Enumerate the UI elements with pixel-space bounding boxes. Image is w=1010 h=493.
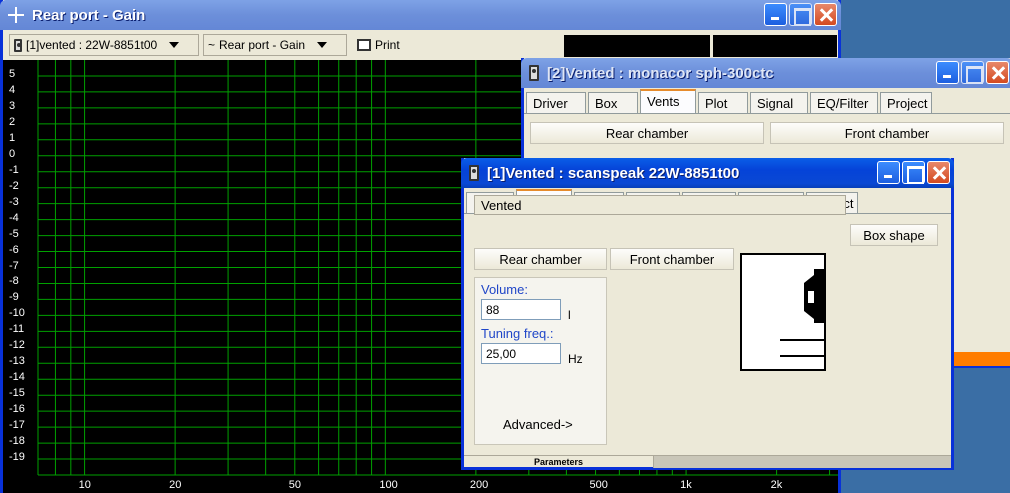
y-tick-label: -1: [9, 163, 19, 176]
x-tick-label: 500: [589, 479, 608, 491]
tuning-input[interactable]: 25,00: [481, 343, 561, 364]
advanced-button[interactable]: Advanced->: [503, 417, 573, 432]
tab-vents[interactable]: Vents: [640, 89, 696, 113]
statusbar: Parameters: [464, 455, 951, 468]
print-label: Print: [375, 38, 400, 52]
y-tick-label: 1: [9, 131, 16, 144]
project-combo[interactable]: [1]vented : 22W-8851t00: [9, 34, 199, 56]
rear-chamber-button[interactable]: Rear chamber: [530, 122, 764, 144]
y-tick-label: -8: [9, 275, 19, 288]
scanspeak-window: [1]Vented : scanspeak 22W-8851t00 Driver…: [461, 158, 954, 470]
tuning-label: Tuning freq.:: [481, 326, 554, 341]
y-tick-label: -11: [9, 323, 25, 336]
graph-window-title: Rear port - Gain: [32, 6, 146, 24]
x-tick-label: 100: [379, 479, 398, 491]
y-tick-label: -6: [9, 243, 19, 256]
tab-eq-filter[interactable]: EQ/Filter: [810, 92, 878, 113]
graph-type-combo[interactable]: ~ Rear port - Gain: [203, 34, 347, 56]
front-chamber-button[interactable]: Front chamber: [770, 122, 1004, 144]
app-icon: [469, 165, 479, 181]
tab-driver[interactable]: Driver: [526, 92, 586, 113]
volume-input[interactable]: 88: [481, 299, 561, 320]
graph-titlebar[interactable]: Rear port - Gain: [0, 0, 841, 30]
y-tick-label: -9: [9, 291, 19, 304]
status-empty: [654, 456, 951, 468]
printer-icon: [357, 39, 371, 51]
y-tick-label: -16: [9, 403, 25, 416]
tab-plot[interactable]: Plot: [698, 92, 748, 113]
box-shape-button[interactable]: Box shape: [850, 224, 938, 246]
cursor-readout-right: [713, 35, 837, 57]
y-tick-label: -3: [9, 195, 19, 208]
monacor-tabs: Driver Box Vents Plot Signal EQ/Filter Project: [524, 88, 1010, 114]
graph-type-value: Rear port - Gain: [219, 38, 306, 52]
monacor-window-title: [2]Vented : monacor sph-300ctc: [547, 64, 774, 82]
print-button[interactable]: Print: [351, 34, 406, 56]
chevron-down-icon: [169, 42, 180, 48]
minimize-button[interactable]: [764, 3, 787, 26]
y-tick-label: -17: [9, 419, 25, 432]
y-tick-label: -4: [9, 211, 19, 224]
y-tick-label: -2: [9, 179, 19, 192]
close-button[interactable]: [814, 3, 837, 26]
wave-icon: ~: [208, 38, 216, 52]
x-tick-label: 1k: [680, 479, 692, 491]
app-icon: [529, 65, 539, 81]
y-tick-label: -7: [9, 259, 19, 272]
x-tick-label: 20: [169, 479, 182, 491]
crosshair-icon: [8, 7, 24, 23]
close-button[interactable]: [986, 61, 1009, 84]
y-tick-label: -10: [9, 307, 25, 320]
chevron-down-icon: [317, 42, 328, 48]
y-tick-label: -19: [9, 451, 25, 464]
box-type-field[interactable]: Vented: [474, 195, 846, 215]
y-tick-label: -14: [9, 371, 25, 384]
x-tick-label: 10: [78, 479, 91, 491]
cursor-readout-left: [564, 35, 710, 57]
y-tick-label: 2: [9, 115, 16, 128]
y-tick-label: -18: [9, 435, 25, 448]
tab-signal[interactable]: Signal: [750, 92, 808, 113]
graph-toolbar: [1]vented : 22W-8851t00 ~ Rear port - Ga…: [3, 30, 838, 60]
front-chamber-button[interactable]: Front chamber: [610, 248, 734, 270]
close-button[interactable]: [927, 161, 950, 184]
project-combo-value: [1]vented : 22W-8851t00: [26, 38, 158, 52]
y-tick-label: -15: [9, 387, 25, 400]
rear-chamber-panel: Volume: 88 l Tuning freq.: 25,00 Hz Adva…: [474, 277, 607, 445]
y-tick-label: 5: [9, 67, 16, 80]
box-preview: [740, 253, 826, 371]
y-tick-label: -12: [9, 339, 25, 352]
minimize-button[interactable]: [877, 161, 900, 184]
project-icon: [14, 38, 22, 52]
y-tick-label: -5: [9, 227, 19, 240]
status-parameters: Parameters: [464, 456, 654, 468]
minimize-button[interactable]: [936, 61, 959, 84]
volume-unit: l: [568, 308, 571, 322]
x-tick-label: 2k: [770, 479, 783, 491]
monacor-titlebar[interactable]: [2]Vented : monacor sph-300ctc: [521, 58, 1010, 88]
maximize-button[interactable]: [789, 3, 812, 26]
scanspeak-window-title: [1]Vented : scanspeak 22W-8851t00: [487, 164, 740, 182]
y-tick-label: 4: [9, 83, 16, 96]
tuning-unit: Hz: [568, 352, 583, 366]
y-tick-label: 3: [9, 99, 16, 112]
maximize-button[interactable]: [961, 61, 984, 84]
x-tick-label: 50: [288, 479, 302, 491]
tab-project[interactable]: Project: [880, 92, 932, 113]
maximize-button[interactable]: [902, 161, 925, 184]
volume-label: Volume:: [481, 282, 528, 297]
tab-box[interactable]: Box: [588, 92, 638, 113]
x-tick-label: 200: [469, 479, 489, 491]
y-tick-label: 0: [9, 147, 16, 160]
y-tick-label: -13: [9, 355, 25, 368]
box-drawing: [780, 269, 824, 357]
rear-chamber-button[interactable]: Rear chamber: [474, 248, 607, 270]
scanspeak-titlebar[interactable]: [1]Vented : scanspeak 22W-8851t00: [461, 158, 954, 188]
